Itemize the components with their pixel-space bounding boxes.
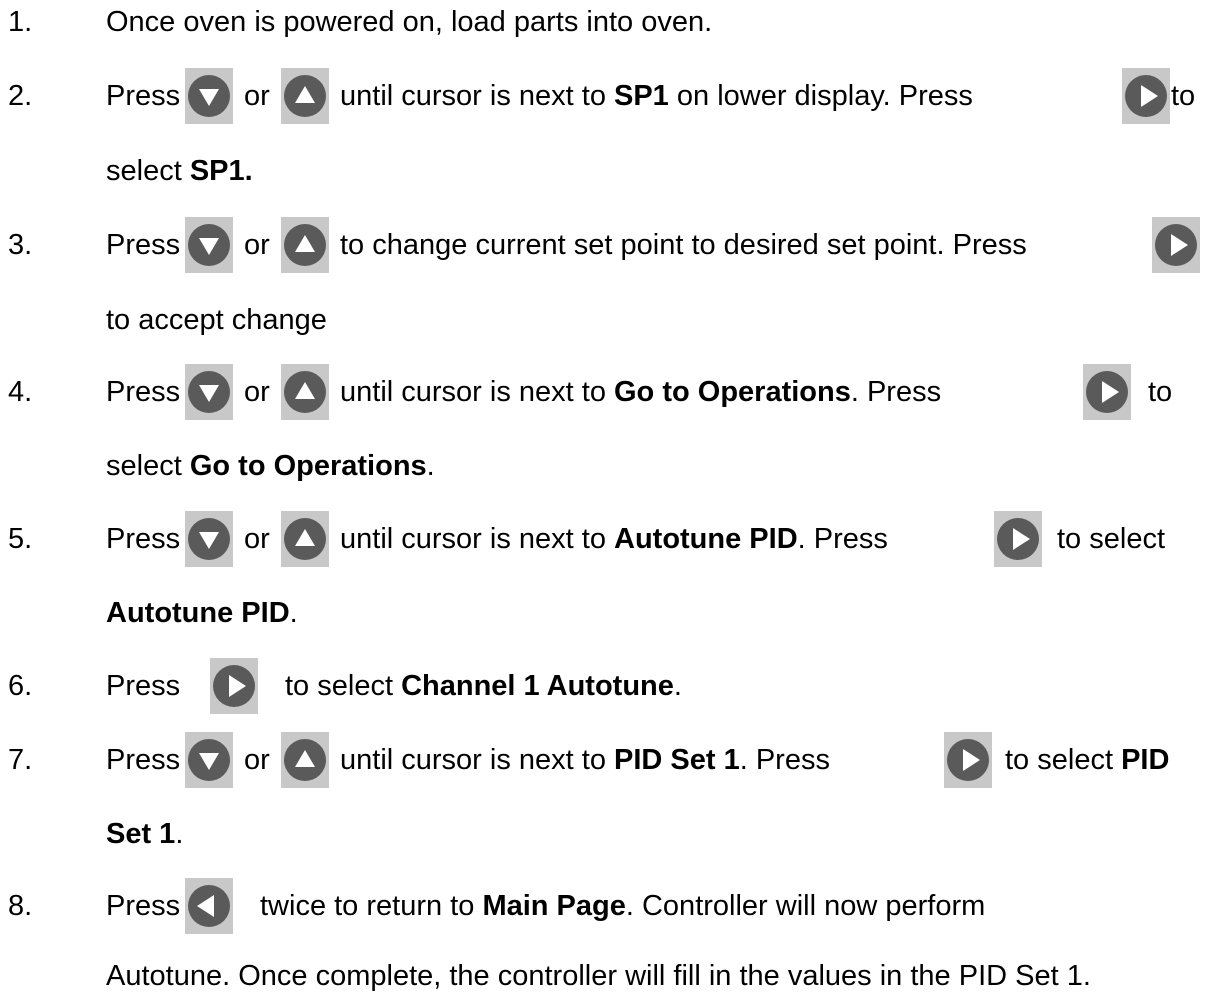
down-arrow-button-icon <box>185 364 233 420</box>
step-text: Press <box>106 523 181 555</box>
up-arrow-button-icon <box>281 217 329 273</box>
step-text: until cursor is next to Autotune PID. Pr… <box>340 523 888 555</box>
step-number: 5. <box>8 523 33 555</box>
step-text: to <box>1171 80 1196 112</box>
step-text: Press <box>106 670 181 702</box>
step-text: Press <box>106 376 181 408</box>
step-text: to select <box>1057 523 1165 555</box>
step-text: to change current set point to desired s… <box>340 229 1027 261</box>
left-arrow-button-icon <box>185 878 233 934</box>
step-text: or <box>244 376 270 408</box>
step-text: until cursor is next to PID Set 1. Press <box>340 744 830 776</box>
step-number: 3. <box>8 229 33 261</box>
up-arrow-button-icon <box>281 68 329 124</box>
step-text: to accept change <box>106 304 327 336</box>
step-text: to select Channel 1 Autotune. <box>285 670 682 702</box>
step-number: 1. <box>8 6 33 38</box>
step-text: Press <box>106 229 181 261</box>
up-arrow-button-icon <box>281 511 329 567</box>
step-text: or <box>244 744 270 776</box>
step-text: Set 1. <box>106 818 184 850</box>
step-text: to select PID <box>1005 744 1170 776</box>
up-arrow-button-icon <box>281 732 329 788</box>
down-arrow-button-icon <box>185 732 233 788</box>
step-text: until cursor is next to SP1 on lower dis… <box>340 80 973 112</box>
down-arrow-button-icon <box>185 217 233 273</box>
step-text: Press <box>106 80 181 112</box>
right-arrow-button-icon <box>944 732 992 788</box>
step-text: or <box>244 523 270 555</box>
step-text: Autotune. Once complete, the controller … <box>106 960 1091 992</box>
up-arrow-button-icon <box>281 364 329 420</box>
right-arrow-button-icon <box>1152 217 1200 273</box>
right-arrow-button-icon <box>994 511 1042 567</box>
step-text: Press <box>106 744 181 776</box>
step-text: select Go to Operations. <box>106 450 435 482</box>
step-number: 8. <box>8 890 33 922</box>
down-arrow-button-icon <box>185 68 233 124</box>
step-text: twice to return to Main Page. Controller… <box>260 890 986 922</box>
step-text: to <box>1148 376 1173 408</box>
step-text: or <box>244 80 270 112</box>
step-number: 6. <box>8 670 33 702</box>
step-text: or <box>244 229 270 261</box>
right-arrow-button-icon <box>1083 364 1131 420</box>
step-text: Once oven is powered on, load parts into… <box>106 6 713 38</box>
step-text: until cursor is next to Go to Operations… <box>340 376 942 408</box>
step-number: 2. <box>8 80 33 112</box>
right-arrow-button-icon <box>1122 68 1170 124</box>
step-text: select SP1. <box>106 155 253 187</box>
down-arrow-button-icon <box>185 511 233 567</box>
step-number: 4. <box>8 376 33 408</box>
step-text: Autotune PID. <box>106 597 298 629</box>
step-text: Press <box>106 890 181 922</box>
right-arrow-button-icon <box>210 658 258 714</box>
step-number: 7. <box>8 744 33 776</box>
